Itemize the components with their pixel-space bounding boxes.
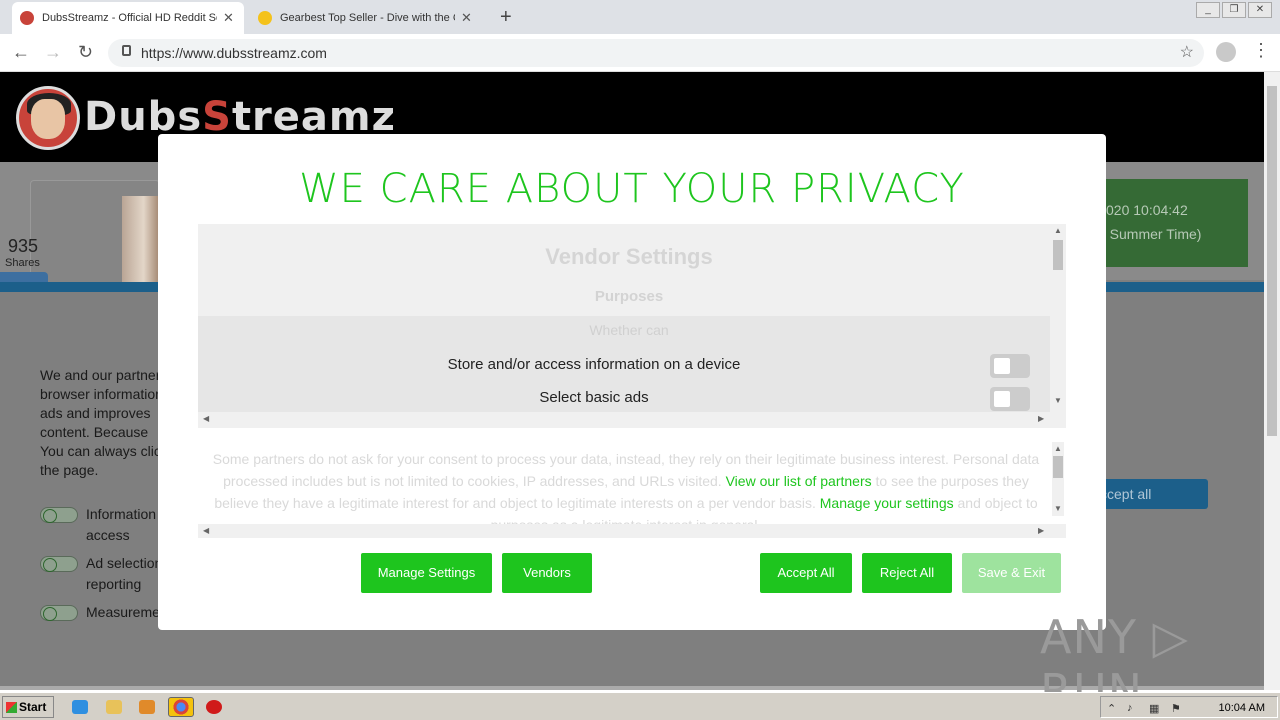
url-text: https://www.dubsstreamz.com bbox=[141, 45, 327, 61]
system-tray: ⌃ ♪ ▦ ⚑ 10:04 AM bbox=[1100, 696, 1278, 718]
opera-icon[interactable] bbox=[206, 700, 222, 714]
consent-option-measurement[interactable]: Measurement bbox=[40, 602, 172, 623]
purpose-toggle[interactable] bbox=[990, 354, 1030, 378]
tab-title: Gearbest Top Seller - Dive with the C bbox=[280, 12, 455, 24]
explorer-icon[interactable] bbox=[106, 700, 122, 714]
ie-icon[interactable] bbox=[72, 700, 88, 714]
tab-gearbest[interactable]: Gearbest Top Seller - Dive with the C ✕ bbox=[250, 2, 490, 34]
minimize-button[interactable]: _ bbox=[1196, 2, 1220, 18]
browser-toolbar: ← → ↻ https://www.dubsstreamz.com ☆ bbox=[0, 34, 1280, 72]
manage-settings-link[interactable]: Manage your settings bbox=[820, 495, 954, 511]
tab-title: DubsStreamz - Official HD Reddit So bbox=[42, 12, 217, 24]
tab-dubsstreamz[interactable]: DubsStreamz - Official HD Reddit So ✕ bbox=[12, 2, 244, 34]
new-tab-button[interactable]: + bbox=[500, 6, 512, 29]
address-bar[interactable]: https://www.dubsstreamz.com ☆ bbox=[108, 39, 1204, 67]
profile-avatar-icon[interactable] bbox=[1216, 42, 1236, 62]
clock[interactable]: 10:04 AM bbox=[1219, 702, 1265, 714]
chrome-icon[interactable] bbox=[168, 697, 194, 717]
screen: DubsStreamz - Official HD Reddit So ✕ Ge… bbox=[0, 0, 1280, 720]
option-label: Ad selection reporting bbox=[86, 555, 163, 592]
purpose-row-basic-ads: Select basic ads bbox=[198, 387, 1050, 411]
view-partners-link[interactable]: View our list of partners bbox=[726, 473, 872, 489]
purpose-label: Store and/or access information on a dev… bbox=[447, 356, 741, 373]
scroll-down-icon[interactable]: ▼ bbox=[1052, 396, 1064, 405]
start-button[interactable]: Start bbox=[2, 696, 54, 718]
page-scroll-thumb[interactable] bbox=[1267, 86, 1277, 436]
window-controls: _ ❐ ✕ bbox=[1196, 2, 1272, 18]
lock-icon bbox=[122, 45, 131, 56]
scroll-left-icon[interactable]: ◀ bbox=[203, 414, 209, 423]
site-logo-icon[interactable] bbox=[16, 86, 80, 150]
purposes-heading: Purposes bbox=[594, 288, 664, 305]
purpose-toggle[interactable] bbox=[990, 387, 1030, 411]
shares-label: Shares bbox=[5, 257, 40, 269]
network-icon[interactable]: ▦ bbox=[1149, 702, 1159, 715]
reject-all-button[interactable]: Reject All bbox=[862, 553, 952, 593]
purposes-sublabel: Whether can bbox=[589, 322, 669, 338]
clock-box bbox=[1100, 179, 1248, 267]
consent-option-ad-selection[interactable]: Ad selection reporting bbox=[40, 553, 162, 595]
clock-time: 020 10:04:42 bbox=[1106, 202, 1188, 218]
vendor-settings-panel: Vendor Settings Purposes Whether can Sto… bbox=[198, 224, 1066, 428]
scroll-left-icon[interactable]: ◀ bbox=[203, 526, 209, 535]
vendor-panel-scroll-thumb[interactable] bbox=[1053, 240, 1063, 270]
modal-title: WE CARE ABOUT YOUR PRIVACY bbox=[299, 166, 965, 212]
page-scrollbar[interactable] bbox=[1264, 72, 1280, 690]
close-tab-icon[interactable]: ✕ bbox=[223, 10, 234, 26]
vendor-panel-hscrollbar[interactable]: ◀ ▶ bbox=[198, 412, 1066, 426]
vendor-settings-title: Vendor Settings bbox=[545, 244, 713, 269]
scroll-up-icon[interactable]: ▲ bbox=[1052, 444, 1064, 453]
purpose-row-store-access: Store and/or access information on a dev… bbox=[198, 354, 1050, 378]
legit-panel-hscrollbar[interactable]: ◀ ▶ bbox=[198, 524, 1066, 538]
back-icon[interactable]: ← bbox=[12, 42, 30, 63]
toggle-icon[interactable] bbox=[40, 605, 78, 621]
taskbar: Start ⌃ ♪ ▦ ⚑ 10:04 AM bbox=[0, 692, 1280, 720]
flag-icon[interactable]: ⚑ bbox=[1171, 702, 1181, 715]
scroll-up-icon[interactable]: ▲ bbox=[1052, 226, 1064, 235]
post-thumbnail[interactable] bbox=[122, 196, 158, 282]
legitimate-interest-text: Some partners do not ask for your consen… bbox=[212, 451, 1040, 533]
tray-expand-icon[interactable]: ⌃ bbox=[1107, 702, 1116, 715]
scroll-right-icon[interactable]: ▶ bbox=[1038, 414, 1044, 423]
consent-option-information[interactable]: Information access bbox=[40, 504, 156, 546]
vendors-button[interactable]: Vendors bbox=[502, 553, 592, 593]
forward-icon[interactable]: → bbox=[44, 42, 62, 63]
reload-icon[interactable]: ↻ bbox=[78, 42, 93, 63]
restore-button[interactable]: ❐ bbox=[1222, 2, 1246, 18]
legitimate-interest-panel: Some partners do not ask for your consen… bbox=[198, 440, 1066, 538]
browser-menu-icon[interactable]: ⋮ bbox=[1252, 40, 1270, 61]
consent-banner-text: We and our partners browser information … bbox=[40, 367, 168, 478]
shares-count: 935 bbox=[8, 236, 39, 256]
scroll-right-icon[interactable]: ▶ bbox=[1038, 526, 1044, 535]
background-accept-label: ccept all bbox=[1100, 486, 1152, 502]
background-accept-all-button[interactable]: ccept all bbox=[1090, 479, 1208, 509]
volume-icon[interactable]: ♪ bbox=[1127, 702, 1133, 714]
close-tab-icon[interactable]: ✕ bbox=[461, 10, 472, 26]
scroll-down-icon[interactable]: ▼ bbox=[1052, 504, 1064, 513]
accept-all-button[interactable]: Accept All bbox=[760, 553, 852, 593]
vendor-panel-scrollbar[interactable]: ▲ ▼ bbox=[1052, 224, 1064, 410]
save-exit-button[interactable]: Save & Exit bbox=[962, 553, 1061, 593]
clock-timezone: h Summer Time) bbox=[1098, 226, 1202, 242]
purpose-label: Select basic ads bbox=[539, 389, 649, 406]
toggle-icon[interactable] bbox=[40, 556, 78, 572]
logo-face bbox=[31, 99, 65, 139]
manage-settings-button[interactable]: Manage Settings bbox=[361, 553, 492, 593]
media-player-icon[interactable] bbox=[139, 700, 155, 714]
bookmark-star-icon[interactable]: ☆ bbox=[1180, 42, 1194, 62]
legit-panel-scrollbar[interactable]: ▲ ▼ bbox=[1052, 442, 1064, 516]
tab-strip: DubsStreamz - Official HD Reddit So ✕ Ge… bbox=[0, 0, 1280, 34]
close-window-button[interactable]: ✕ bbox=[1248, 2, 1272, 18]
gearbest-favicon-icon bbox=[258, 11, 272, 25]
legit-panel-scroll-thumb[interactable] bbox=[1053, 456, 1063, 478]
dubsstreamz-favicon-icon bbox=[20, 11, 34, 25]
option-label: Information access bbox=[86, 506, 157, 543]
toggle-icon[interactable] bbox=[40, 507, 78, 523]
privacy-modal: WE CARE ABOUT YOUR PRIVACY Vendor Settin… bbox=[158, 134, 1106, 630]
